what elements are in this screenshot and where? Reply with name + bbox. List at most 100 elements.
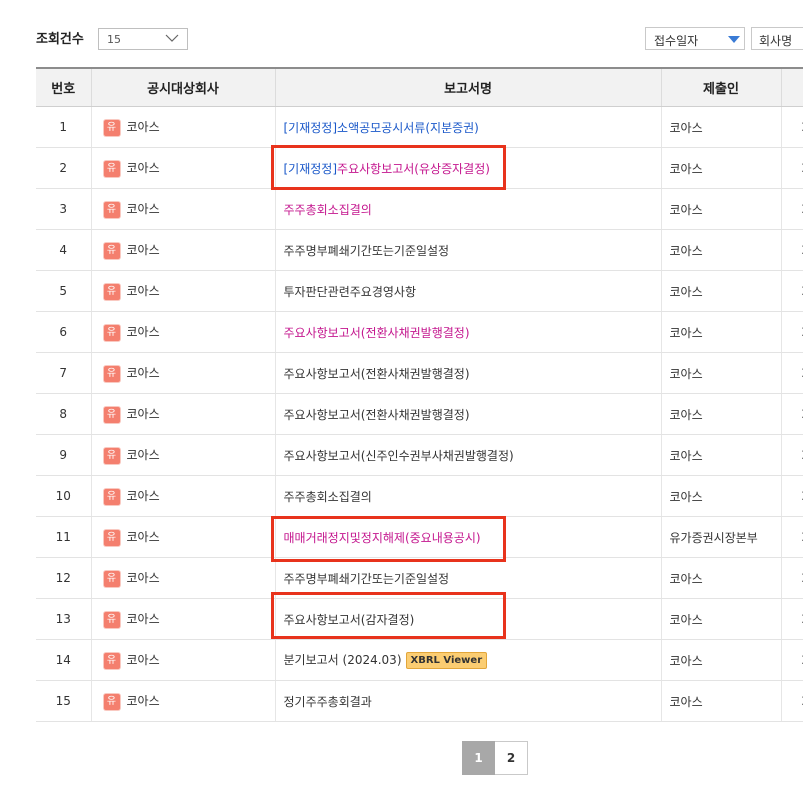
date-cell: 2 bbox=[780, 680, 803, 722]
report-link[interactable]: 정기주주총회결과 bbox=[284, 695, 372, 709]
page-1-button[interactable]: 1 bbox=[462, 741, 495, 775]
company-link[interactable]: 코아스 bbox=[127, 694, 160, 708]
report-link[interactable]: 주주총회소집결의 bbox=[284, 203, 372, 217]
report-link[interactable]: 주주명부폐쇄기간또는기준일설정 bbox=[284, 572, 450, 586]
date-cell: 2 bbox=[780, 188, 803, 230]
report-link[interactable]: 투자판단관련주요경영사항 bbox=[284, 285, 416, 299]
market-badge: 유 bbox=[103, 652, 120, 669]
company-link[interactable]: 코아스 bbox=[127, 366, 160, 380]
sort-select[interactable]: 접수일자 bbox=[645, 27, 745, 50]
table-row: 14유코아스분기보고서 (2024.03)XBRL Viewer코아스2 bbox=[36, 639, 803, 681]
market-badge: 유 bbox=[103, 447, 120, 464]
company-link[interactable]: 코아스 bbox=[127, 571, 160, 585]
report-link[interactable]: 주요사항보고서(전환사채권발행결정) bbox=[284, 408, 470, 422]
company-link[interactable]: 코아스 bbox=[127, 325, 160, 339]
result-count-select[interactable]: 15 bbox=[98, 28, 188, 50]
company-link[interactable]: 코아스 bbox=[127, 612, 160, 626]
table-row: 9유코아스주요사항보고서(신주인수권부사채권발행결정)코아스2 bbox=[36, 434, 803, 476]
submitter-cell: 코아스 bbox=[660, 106, 781, 148]
table-row: 2유코아스[기재정정]주요사항보고서(유상증자결정)코아스2 bbox=[36, 147, 803, 189]
xbrl-viewer-button[interactable]: XBRL Viewer bbox=[405, 652, 488, 669]
company-cell: 유 코아스 bbox=[90, 229, 275, 271]
report-link[interactable]: 매매거래정지및정지해제(중요내용공시) bbox=[284, 531, 481, 545]
table-row: 11 유 코아스 매매거래정지및정지해제(중요내용공시) 유가증권시장본부2 bbox=[36, 516, 803, 558]
chevron-down-icon bbox=[165, 34, 179, 42]
company-cell: 유 코아스 bbox=[90, 557, 275, 599]
market-badge: 유 bbox=[103, 242, 120, 259]
report-title: 주요사항보고서(유상증자결정) bbox=[337, 161, 490, 176]
date-cell: 2 bbox=[780, 639, 803, 681]
company-cell: 유 코아스 bbox=[90, 434, 275, 476]
report-link[interactable]: 주요사항보고서(전환사채권발행결정) bbox=[284, 367, 470, 381]
market-badge: 유 bbox=[103, 611, 120, 628]
company-link[interactable]: 코아스 bbox=[127, 489, 160, 503]
report-cell: 주주명부폐쇄기간또는기준일설정 bbox=[274, 229, 661, 271]
company-link[interactable]: 코아스 bbox=[127, 407, 160, 421]
company-link[interactable]: 코아스 bbox=[127, 243, 160, 257]
row-number: 6 bbox=[36, 311, 91, 353]
table-row: 5유코아스 투자판단관련주요경영사항 코아스 2 bbox=[36, 270, 803, 312]
report-cell: 분기보고서 (2024.03) XBRL Viewer bbox=[274, 639, 661, 681]
report-cell: 주요사항보고서(전환사채권발행결정) bbox=[274, 311, 661, 353]
row-number: 5 bbox=[36, 270, 91, 312]
market-badge: 유 bbox=[103, 529, 120, 546]
col-header-report: 보고서명 bbox=[274, 67, 661, 107]
submitter-cell: 코아스 bbox=[660, 393, 781, 435]
date-cell: 2 bbox=[780, 516, 803, 558]
market-badge: 유 bbox=[103, 365, 120, 382]
market-badge: 유 bbox=[103, 693, 120, 710]
submitter-cell: 코아스 bbox=[660, 311, 781, 353]
market-badge: 유 bbox=[103, 570, 120, 587]
report-link[interactable]: [기재정정]주요사항보고서(유상증자결정) bbox=[284, 162, 490, 176]
date-cell: 2 bbox=[780, 598, 803, 640]
date-cell: 2 bbox=[780, 147, 803, 189]
report-link[interactable]: 주주명부폐쇄기간또는기준일설정 bbox=[284, 244, 450, 258]
submitter-cell: 코아스 bbox=[660, 147, 781, 189]
company-link[interactable]: 코아스 bbox=[127, 530, 160, 544]
submitter-cell: 코아스 bbox=[660, 188, 781, 230]
row-number: 12 bbox=[36, 557, 91, 599]
report-link[interactable]: 주요사항보고서(감자결정) bbox=[284, 613, 415, 627]
row-number: 3 bbox=[36, 188, 91, 230]
page-2-button[interactable]: 2 bbox=[495, 741, 528, 775]
report-link[interactable]: 주요사항보고서(전환사채권발행결정) bbox=[284, 326, 470, 340]
company-link[interactable]: 코아스 bbox=[127, 120, 160, 134]
row-number: 4 bbox=[36, 229, 91, 271]
report-link[interactable]: [기재정정]소액공모공시서류(지분증권) bbox=[284, 121, 479, 135]
company-link[interactable]: 코아스 bbox=[127, 653, 160, 667]
submitter-cell: 코아스 bbox=[660, 229, 781, 271]
company-sort-button[interactable]: 회사명 bbox=[751, 27, 803, 50]
submitter-cell: 코아스 bbox=[660, 434, 781, 476]
market-badge: 유 bbox=[103, 488, 120, 505]
date-cell: 2 bbox=[780, 229, 803, 271]
report-cell: 주요사항보고서(전환사채권발행결정) bbox=[274, 352, 661, 394]
report-link[interactable]: 분기보고서 (2024.03) bbox=[284, 653, 402, 667]
company-cell: 유 코아스 bbox=[90, 106, 275, 148]
company-cell: 유 코아스 bbox=[90, 270, 275, 312]
company-link[interactable]: 코아스 bbox=[127, 448, 160, 462]
submitter-cell: 코아스 bbox=[660, 352, 781, 394]
row-number: 9 bbox=[36, 434, 91, 476]
company-cell: 유 코아스 bbox=[90, 393, 275, 435]
report-link[interactable]: 주요사항보고서(신주인수권부사채권발행결정) bbox=[284, 449, 514, 463]
company-link[interactable]: 코아스 bbox=[127, 161, 160, 175]
date-cell: 2 bbox=[780, 270, 803, 312]
table-row: 3유코아스주주총회소집결의코아스2 bbox=[36, 188, 803, 230]
market-badge: 유 bbox=[103, 160, 120, 177]
result-count-label: 조회건수 bbox=[36, 32, 84, 47]
report-cell: 주요사항보고서(감자결정) bbox=[274, 598, 661, 640]
report-cell: 주주명부폐쇄기간또는기준일설정 bbox=[274, 557, 661, 599]
market-badge: 유 bbox=[103, 201, 120, 218]
date-cell: 2 bbox=[780, 557, 803, 599]
report-cell: 정기주주총회결과 bbox=[274, 680, 661, 722]
row-number: 1 bbox=[36, 106, 91, 148]
company-cell: 유 코아스 bbox=[90, 516, 275, 558]
company-link[interactable]: 코아스 bbox=[127, 202, 160, 216]
date-cell: 2 bbox=[780, 352, 803, 394]
company-cell: 유 코아스 bbox=[90, 680, 275, 722]
row-number: 8 bbox=[36, 393, 91, 435]
market-badge: 유 bbox=[103, 119, 120, 136]
submitter-cell: 코아스 bbox=[660, 680, 781, 722]
report-link[interactable]: 주주총회소집결의 bbox=[284, 490, 372, 504]
company-link[interactable]: 코아스 bbox=[127, 284, 160, 298]
